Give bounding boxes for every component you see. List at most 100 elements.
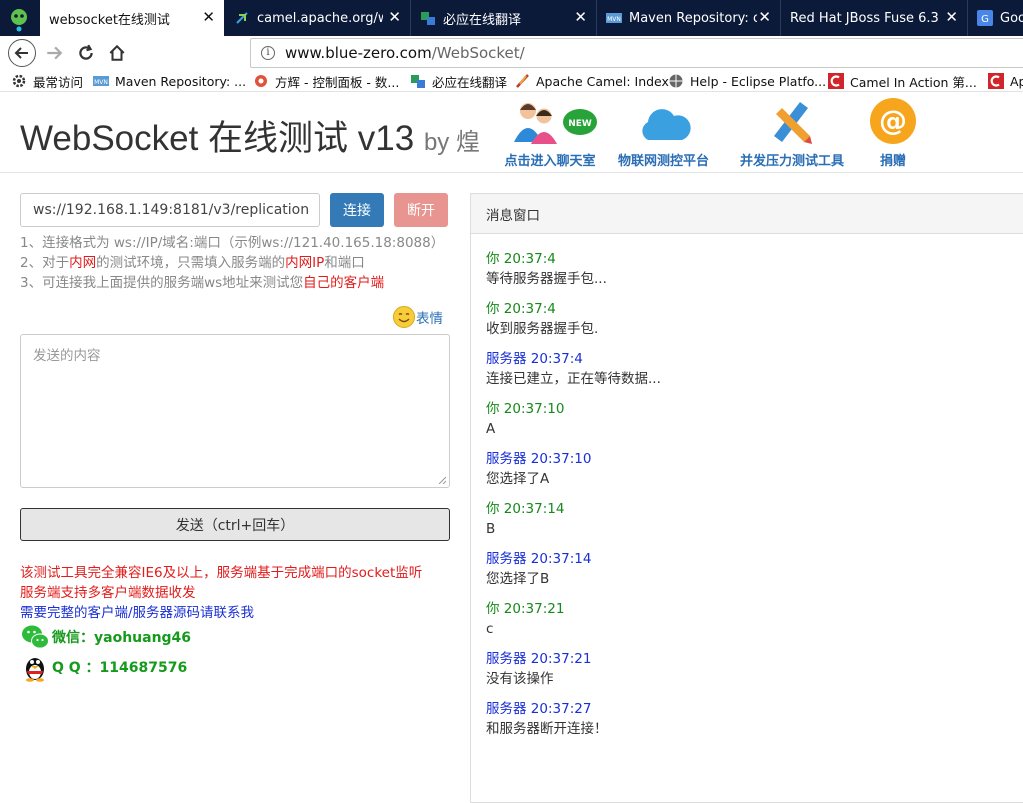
browser-nav-bar: i www.blue-zero.com/WebSocket/ bbox=[0, 36, 1023, 70]
tool-notes: 该测试工具完全兼容IE6及以上，服务端基于完成端口的socket监听 服务端支持… bbox=[20, 563, 422, 623]
chat-people-icon: NEW bbox=[500, 96, 600, 146]
globe-icon bbox=[669, 74, 683, 88]
emoji-button-label: 表情 bbox=[416, 311, 443, 327]
connect-button[interactable]: 连接 bbox=[330, 193, 384, 227]
bookmark-label: 最常访问 bbox=[33, 74, 84, 90]
message-sender: 你 20:37:4 bbox=[486, 301, 556, 317]
message-text: 您选择了A bbox=[486, 471, 550, 487]
page-title: WebSocket 在线测试 v13 by 煌 bbox=[20, 110, 480, 161]
bookmark-ap[interactable]: Ap bbox=[988, 72, 1023, 90]
message-sender: 你 20:37:10 bbox=[486, 401, 565, 417]
url-path: /WebSocket/ bbox=[431, 44, 525, 62]
chatroom-link-label: 点击进入聊天室 bbox=[504, 154, 596, 169]
message-text: 连接已建立，正在等待数据... bbox=[486, 371, 661, 387]
message-sender: 你 20:37:21 bbox=[486, 601, 565, 617]
message-text: A bbox=[486, 421, 496, 437]
header-divider bbox=[0, 172, 1023, 173]
google-translate-icon: G bbox=[977, 10, 993, 26]
bookmark-maven[interactable]: MVN Maven Repository: ... bbox=[93, 72, 246, 90]
donate-link[interactable]: @ 捐赠 bbox=[868, 96, 918, 169]
bookmark-label: 方辉 - 控制面板 - 数... bbox=[275, 74, 400, 90]
wechat-icon bbox=[22, 625, 49, 649]
reload-button[interactable] bbox=[72, 39, 100, 67]
page-title-author: by 煌 bbox=[423, 129, 480, 156]
bing-translate-icon bbox=[411, 75, 425, 88]
disconnect-button[interactable]: 断开 bbox=[394, 193, 448, 227]
bookmark-control-panel[interactable]: 方辉 - 控制面板 - 数... bbox=[253, 72, 399, 90]
note-compat: 该测试工具完全兼容IE6及以上，服务端基于完成端口的socket监听 bbox=[20, 565, 423, 581]
alien-app-icon[interactable] bbox=[9, 8, 29, 32]
svg-text:@: @ bbox=[879, 104, 907, 137]
bookmark-label: Help - Eclipse Platfo... bbox=[690, 73, 827, 89]
stress-test-link-label: 并发压力测试工具 bbox=[740, 154, 845, 169]
svg-text:MVN: MVN bbox=[94, 79, 108, 86]
note-source-code: 需要完整的客户端/服务器源码请联系我 bbox=[20, 605, 255, 621]
close-tab-icon[interactable]: ✕ bbox=[945, 9, 958, 25]
bookmark-apache-camel[interactable]: Apache Camel: Index bbox=[514, 72, 669, 90]
emoji-button[interactable]: 表情 bbox=[393, 306, 443, 328]
tab-title: 必应在线翻译 bbox=[443, 12, 522, 28]
svg-text:MVN: MVN bbox=[607, 16, 621, 23]
tab-jboss-fuse[interactable]: Red Hat JBoss Fuse 6.3 Ap ✕ bbox=[781, 0, 968, 36]
message-item: 你 20:37:4 收到服务器握手包. bbox=[486, 299, 1023, 349]
bookmarks-bar: 最常访问 MVN Maven Repository: ... 方辉 - 控制面板… bbox=[0, 70, 1023, 92]
tab-google[interactable]: G Goo bbox=[968, 0, 1023, 36]
reload-icon bbox=[79, 44, 93, 60]
back-button[interactable] bbox=[8, 39, 36, 67]
message-text: 等待服务器握手包... bbox=[486, 271, 607, 287]
close-tab-icon[interactable]: ✕ bbox=[388, 9, 401, 25]
bookmark-bing-translate[interactable]: 必应在线翻译 bbox=[410, 72, 507, 90]
tab-camel[interactable]: camel.apache.org/wel ✕ bbox=[225, 0, 411, 36]
home-icon bbox=[109, 44, 125, 61]
page-title-text: WebSocket 在线测试 v13 bbox=[20, 119, 415, 158]
message-list[interactable]: 你 20:37:4 等待服务器握手包... 你 20:37:4 收到服务器握手包… bbox=[471, 234, 1023, 749]
feather-icon bbox=[516, 74, 529, 88]
bookmark-label: Camel In Action 第... bbox=[850, 74, 977, 90]
stress-test-link[interactable]: 并发压力测试工具 bbox=[740, 96, 844, 169]
qq-id: Q Q ：114687576 bbox=[52, 660, 188, 676]
maven-icon: MVN bbox=[606, 13, 622, 23]
tab-title: Maven Repository: or bbox=[629, 10, 757, 26]
tip-line-1: 1、连接格式为 ws://IP/域名:端口（示例ws://121.40.165.… bbox=[20, 235, 445, 251]
close-tab-icon[interactable]: ✕ bbox=[574, 9, 587, 25]
tab-title: websocket在线测试 bbox=[49, 12, 170, 28]
message-text: 没有该操作 bbox=[486, 671, 554, 687]
message-item: 你 20:37:14 B bbox=[486, 499, 1023, 549]
message-text: 您选择了B bbox=[486, 571, 550, 587]
message-sender: 服务器 20:37:14 bbox=[486, 551, 592, 567]
svg-text:G: G bbox=[981, 14, 989, 25]
close-tab-icon[interactable]: ✕ bbox=[202, 9, 215, 25]
tab-title: Red Hat JBoss Fuse 6.3 Ap bbox=[790, 10, 940, 26]
message-item: 你 20:37:21 c bbox=[486, 599, 1023, 649]
websocket-url-input[interactable]: ws://192.168.1.149:8181/v3/replication bbox=[20, 193, 320, 227]
message-item: 你 20:37:10 A bbox=[486, 399, 1023, 449]
maven-icon: MVN bbox=[93, 76, 109, 86]
message-text: 收到服务器握手包. bbox=[486, 321, 599, 337]
donate-link-label: 捐赠 bbox=[879, 154, 906, 169]
tab-maven[interactable]: MVN Maven Repository: or ✕ bbox=[597, 0, 781, 36]
message-item: 服务器 20:37:27 和服务器断开连接！ bbox=[486, 699, 1023, 749]
home-button[interactable] bbox=[103, 39, 131, 67]
message-textarea[interactable]: 发送的内容 bbox=[20, 334, 450, 488]
qq-contact: Q Q ：114687576 bbox=[20, 652, 187, 682]
message-text: 和服务器断开连接！ bbox=[486, 721, 608, 737]
chatroom-link[interactable]: NEW 点击进入聊天室 bbox=[500, 96, 600, 169]
url-bar[interactable]: i www.blue-zero.com/WebSocket/ bbox=[250, 38, 1023, 68]
forward-button[interactable] bbox=[40, 39, 68, 67]
resize-handle-icon[interactable] bbox=[438, 476, 446, 484]
send-button[interactable]: 发送（ctrl+回车） bbox=[20, 508, 450, 541]
site-info-icon[interactable]: i bbox=[261, 46, 275, 60]
bookmark-most-visited[interactable]: 最常访问 bbox=[11, 72, 83, 90]
bookmark-eclipse-help[interactable]: Help - Eclipse Platfo... bbox=[668, 72, 826, 90]
bookmark-camel-in-action[interactable]: Camel In Action 第... bbox=[828, 72, 977, 90]
iot-platform-link[interactable]: 物联网测控平台 bbox=[618, 96, 709, 169]
tab-bing-translate[interactable]: 必应在线翻译 ✕ bbox=[411, 0, 597, 36]
bing-translate-icon bbox=[421, 12, 435, 25]
tab-websocket[interactable]: websocket在线测试 ✕ bbox=[40, 0, 224, 36]
message-window-header: 消息窗口 bbox=[471, 194, 1023, 234]
wechat-contact: 微信：yaohuang46 bbox=[20, 622, 191, 652]
close-tab-icon[interactable]: ✕ bbox=[758, 9, 771, 25]
message-textarea-placeholder: 发送的内容 bbox=[33, 348, 101, 364]
iot-platform-link-label: 物联网测控平台 bbox=[618, 154, 710, 169]
bookmark-label: Maven Repository: ... bbox=[115, 73, 247, 89]
